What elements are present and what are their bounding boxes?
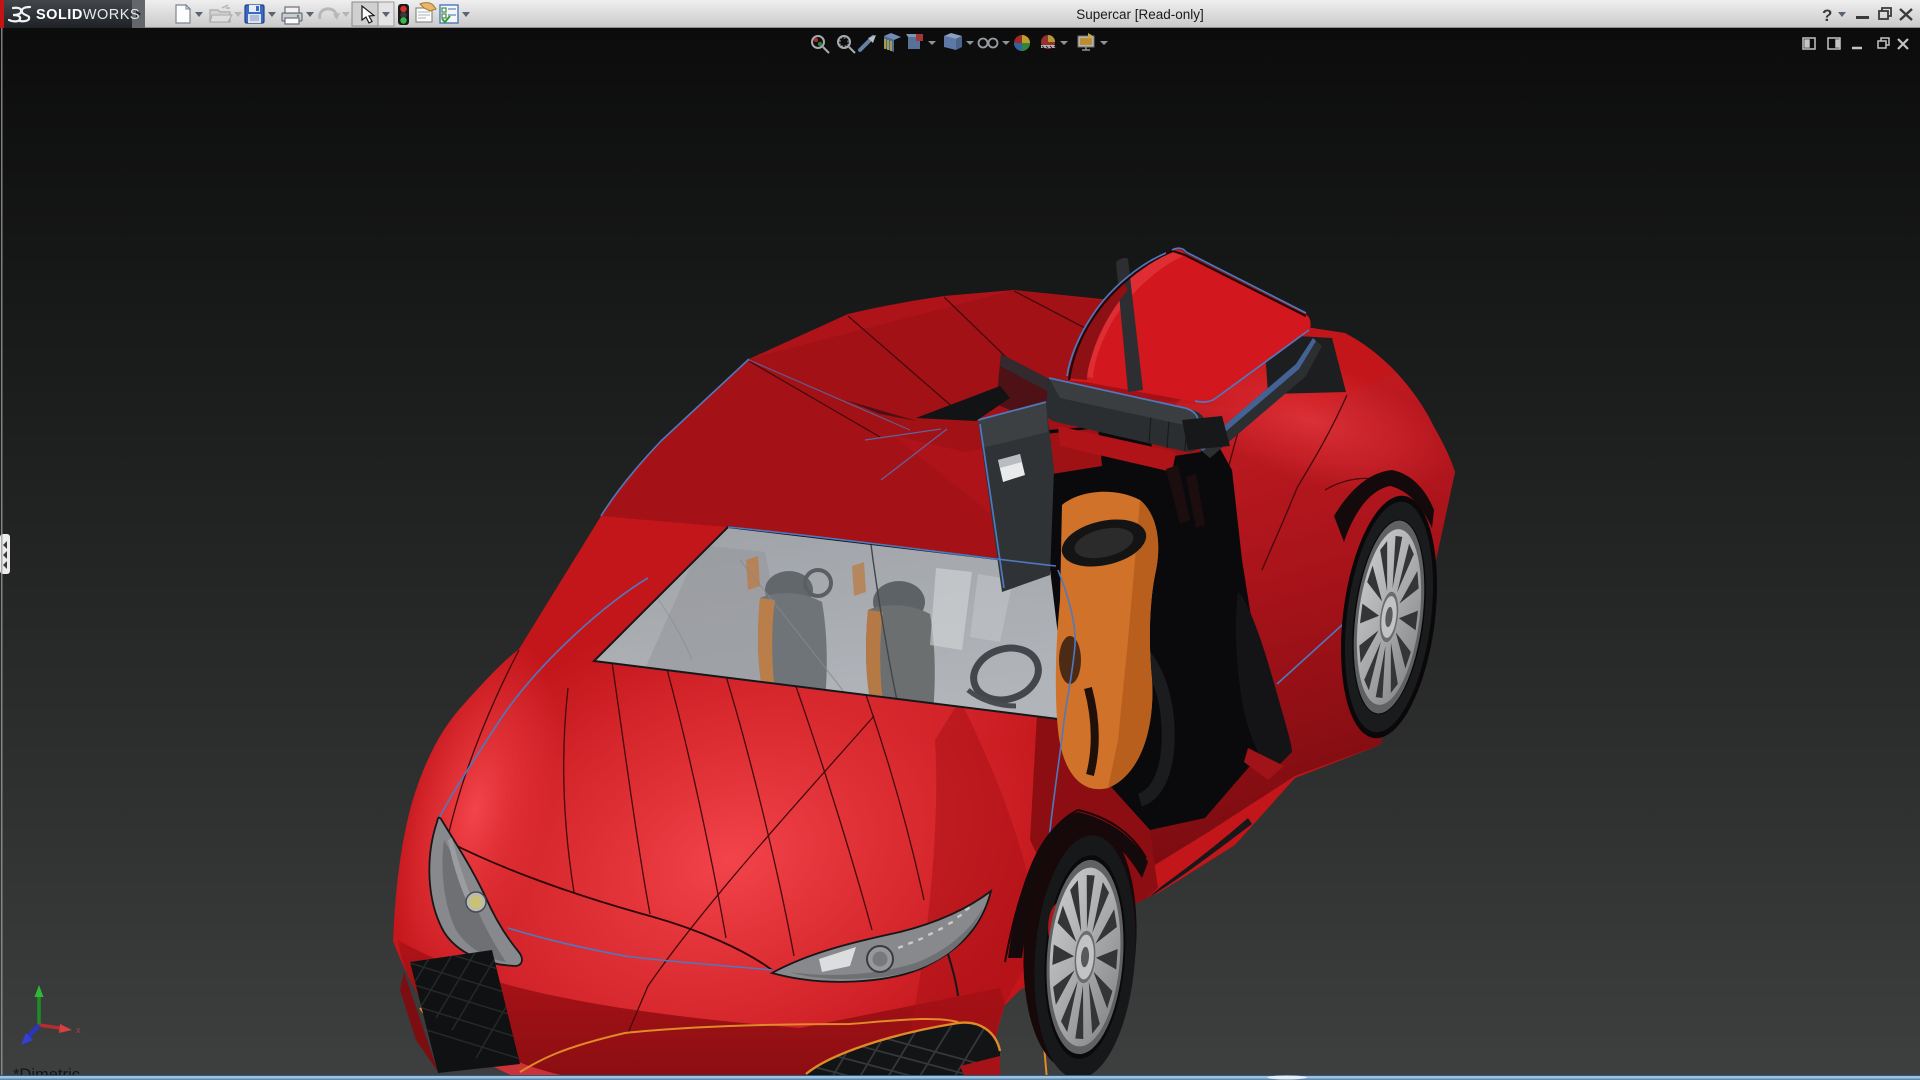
svg-text:x: x bbox=[76, 1025, 81, 1035]
svg-text:?: ? bbox=[1822, 6, 1832, 25]
svg-text:Supercar [Read-only]: Supercar [Read-only] bbox=[1076, 7, 1204, 22]
svg-text:SOLIDWORKS: SOLIDWORKS bbox=[36, 7, 140, 23]
